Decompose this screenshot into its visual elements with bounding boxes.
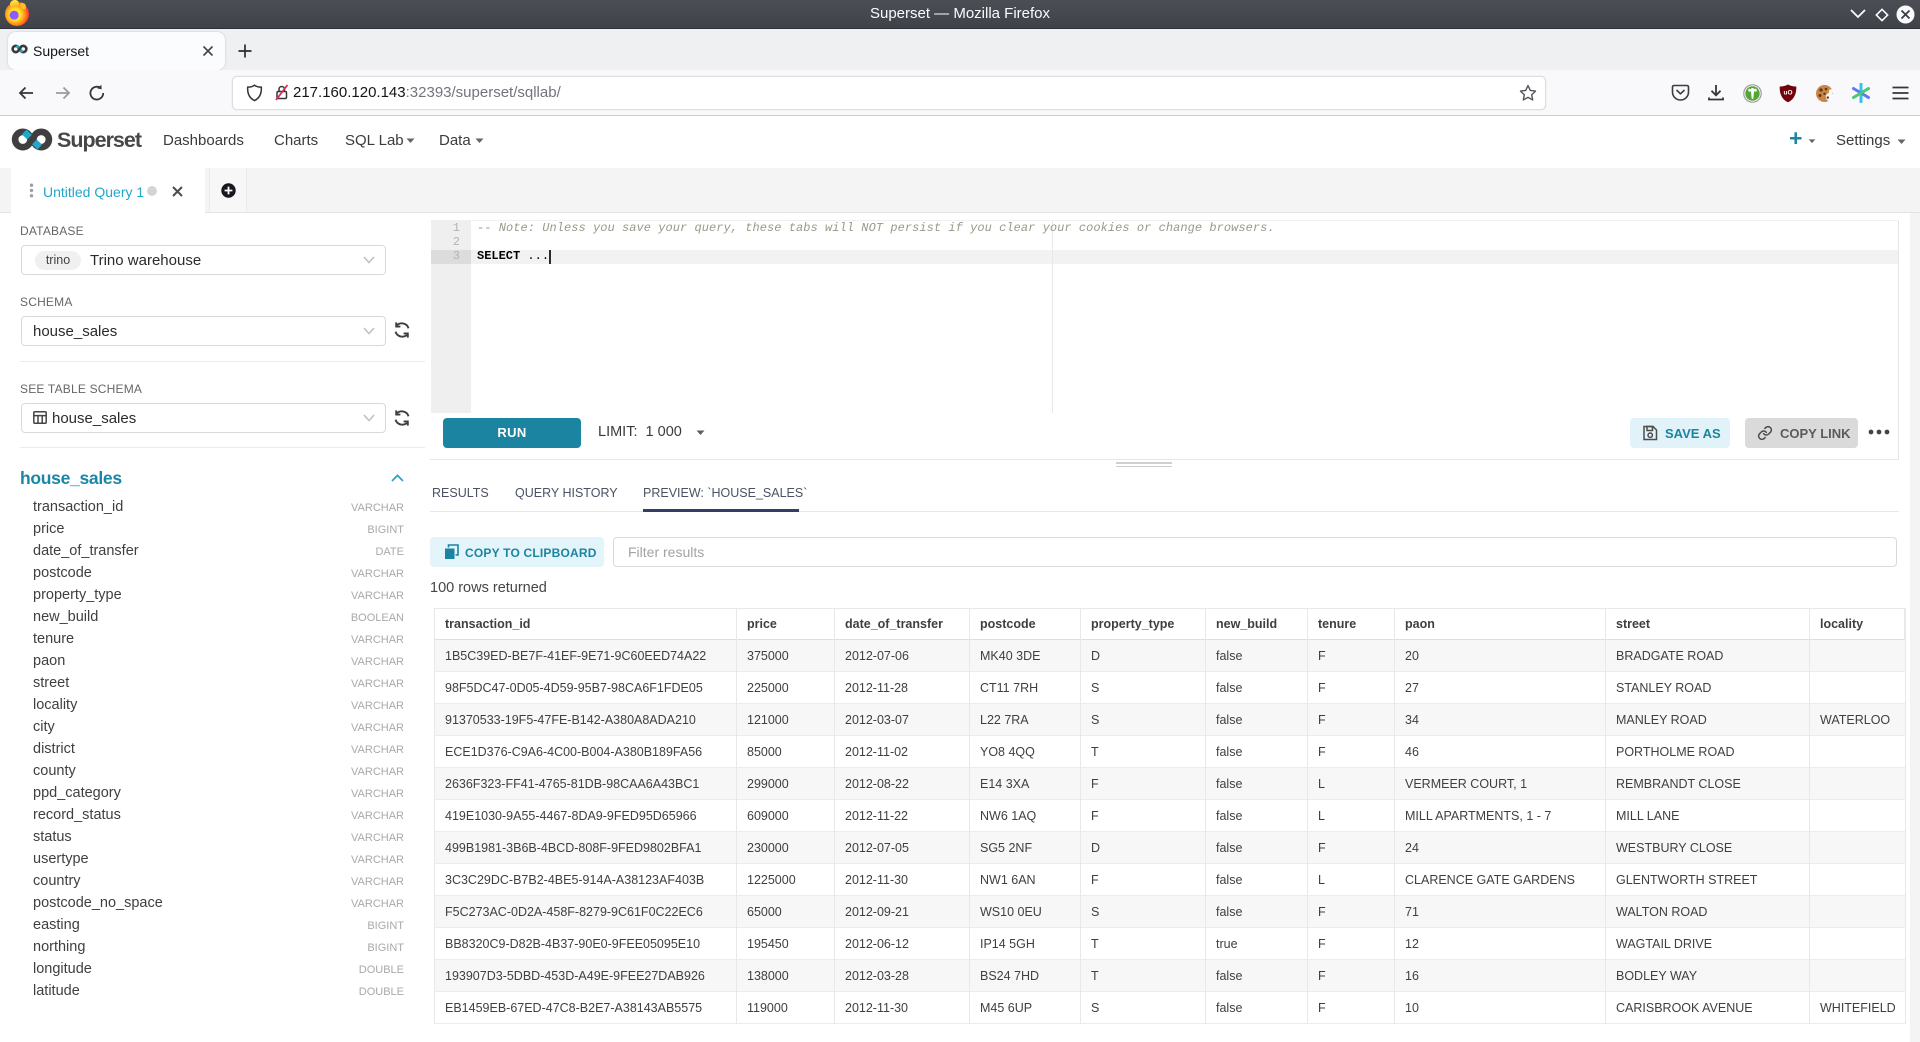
svg-text:uO: uO [1783,90,1792,97]
